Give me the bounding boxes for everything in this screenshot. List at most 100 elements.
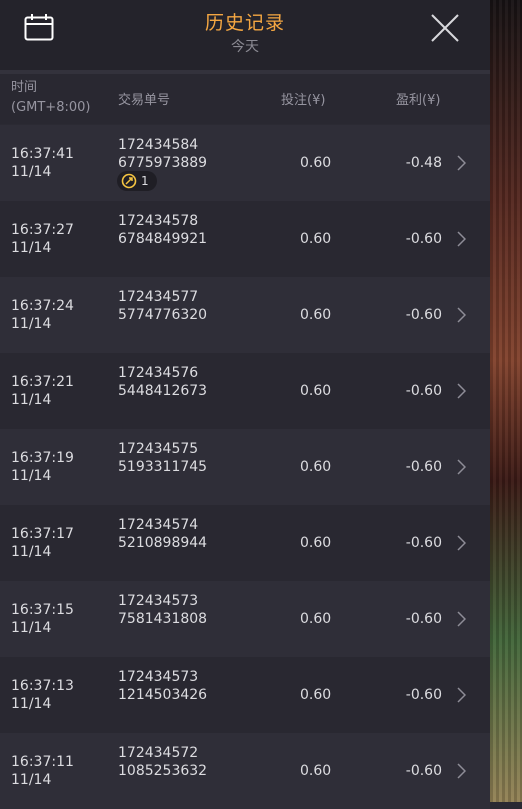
row-order-line2: 5774776320: [118, 307, 208, 323]
row-order: 172434584 6775973889: [118, 136, 207, 172]
row-order-line2: 7581431808: [118, 611, 208, 627]
free-spin-icon: [121, 173, 137, 189]
row-profit: -0.60: [405, 231, 442, 247]
history-row[interactable]: 16:37:19 11/14 172434575 5193311745 0.60…: [0, 429, 490, 505]
row-order-line1: 172434575: [118, 441, 199, 457]
history-row[interactable]: 16:37:24 11/14 172434577 5774776320 0.60…: [0, 277, 490, 353]
chevron-right-icon[interactable]: [456, 535, 466, 551]
row-order: 172434576 5448412673: [118, 364, 207, 400]
date-filter-label[interactable]: 今天: [0, 36, 490, 56]
row-order-line1: 172434573: [118, 593, 199, 609]
row-order-line2: 5210898944: [118, 535, 208, 551]
row-time-value: 16:37:27: [11, 222, 74, 238]
row-time-value: 16:37:15: [11, 602, 74, 618]
row-time-value: 16:37:21: [11, 374, 74, 390]
row-date-value: 11/14: [11, 316, 52, 332]
row-date-value: 11/14: [11, 164, 52, 180]
history-panel: 历史记录 今天 时间 (GMT+8:00) 交易单号 投注(¥) 盈利(¥) 1…: [0, 0, 490, 809]
chevron-right-icon[interactable]: [456, 687, 466, 703]
row-time: 16:37:15 11/14: [11, 601, 74, 637]
row-profit: -0.60: [405, 611, 442, 627]
badge-count: 1: [141, 174, 149, 188]
row-bet: 0.60: [300, 307, 332, 323]
row-order: 172434578 6784849921: [118, 212, 207, 248]
row-time: 16:37:24 11/14: [11, 297, 74, 333]
row-order-line1: 172434574: [118, 517, 199, 533]
row-bet: 0.60: [300, 535, 332, 551]
row-time: 16:37:27 11/14: [11, 221, 74, 257]
row-time: 16:37:19 11/14: [11, 449, 74, 485]
game-background: [490, 0, 522, 802]
history-row[interactable]: 16:37:41 11/14 172434584 6775973889 1 0.…: [0, 125, 490, 201]
history-row[interactable]: 16:37:13 11/14 172434573 1214503426 0.60…: [0, 657, 490, 733]
row-time: 16:37:41 11/14: [11, 145, 74, 181]
row-bet: 0.60: [300, 155, 332, 171]
history-row[interactable]: 16:37:11 11/14 172434572 1085253632 0.60…: [0, 733, 490, 809]
row-profit: -0.60: [405, 383, 442, 399]
row-profit: -0.60: [405, 535, 442, 551]
row-order: 172434577 5774776320: [118, 288, 207, 324]
free-spin-badge: 1: [117, 171, 157, 191]
row-date-value: 11/14: [11, 240, 52, 256]
row-order-line2: 5448412673: [118, 383, 208, 399]
row-date-value: 11/14: [11, 696, 52, 712]
row-time-value: 16:37:41: [11, 146, 74, 162]
row-order-line1: 172434573: [118, 669, 199, 685]
history-list: 16:37:41 11/14 172434584 6775973889 1 0.…: [0, 125, 490, 809]
chevron-right-icon[interactable]: [456, 231, 466, 247]
row-bet: 0.60: [300, 383, 332, 399]
row-time-value: 16:37:17: [11, 526, 74, 542]
row-order-line2: 1085253632: [118, 763, 208, 779]
row-order-line1: 172434572: [118, 745, 199, 761]
chevron-right-icon[interactable]: [456, 459, 466, 475]
row-time-value: 16:37:11: [11, 754, 74, 770]
row-order: 172434574 5210898944: [118, 516, 207, 552]
row-order-line1: 172434576: [118, 365, 199, 381]
history-row[interactable]: 16:37:15 11/14 172434573 7581431808 0.60…: [0, 581, 490, 657]
row-date-value: 11/14: [11, 392, 52, 408]
column-timezone-label: (GMT+8:00): [11, 100, 91, 115]
row-profit: -0.60: [405, 307, 442, 323]
row-order-line2: 6775973889: [118, 155, 208, 171]
row-time-value: 16:37:24: [11, 298, 74, 314]
row-time: 16:37:11 11/14: [11, 753, 74, 789]
chevron-right-icon[interactable]: [456, 611, 466, 627]
chevron-right-icon[interactable]: [456, 307, 466, 323]
row-order: 172434573 1214503426: [118, 668, 207, 704]
row-order-line2: 5193311745: [118, 459, 208, 475]
row-time: 16:37:17 11/14: [11, 525, 74, 561]
history-row[interactable]: 16:37:27 11/14 172434578 6784849921 0.60…: [0, 201, 490, 277]
row-order: 172434572 1085253632: [118, 744, 207, 780]
column-order-label: 交易单号: [118, 93, 171, 108]
row-profit: -0.60: [405, 763, 442, 779]
column-time-label: 时间: [11, 80, 38, 95]
row-bet: 0.60: [300, 231, 332, 247]
row-bet: 0.60: [300, 687, 332, 703]
row-time-value: 16:37:13: [11, 678, 74, 694]
header: 历史记录 今天: [0, 0, 490, 70]
row-bet: 0.60: [300, 763, 332, 779]
row-date-value: 11/14: [11, 620, 52, 636]
column-profit-label: 盈利(¥): [396, 93, 441, 108]
row-order: 172434573 7581431808: [118, 592, 207, 628]
row-bet: 0.60: [300, 611, 332, 627]
row-time-value: 16:37:19: [11, 450, 74, 466]
row-order-line1: 172434577: [118, 289, 199, 305]
history-row[interactable]: 16:37:17 11/14 172434574 5210898944 0.60…: [0, 505, 490, 581]
row-order-line1: 172434584: [118, 137, 199, 153]
row-order-line1: 172434578: [118, 213, 199, 229]
chevron-right-icon[interactable]: [456, 383, 466, 399]
row-date-value: 11/14: [11, 544, 52, 560]
row-order-line2: 6784849921: [118, 231, 208, 247]
row-date-value: 11/14: [11, 468, 52, 484]
history-row[interactable]: 16:37:21 11/14 172434576 5448412673 0.60…: [0, 353, 490, 429]
row-date-value: 11/14: [11, 772, 52, 788]
row-time: 16:37:21 11/14: [11, 373, 74, 409]
chevron-right-icon[interactable]: [456, 155, 466, 171]
column-header: 时间 (GMT+8:00) 交易单号 投注(¥) 盈利(¥): [0, 74, 490, 124]
chevron-right-icon[interactable]: [456, 763, 466, 779]
row-time: 16:37:13 11/14: [11, 677, 74, 713]
row-order: 172434575 5193311745: [118, 440, 207, 476]
row-profit: -0.60: [405, 687, 442, 703]
close-icon[interactable]: [430, 13, 460, 43]
